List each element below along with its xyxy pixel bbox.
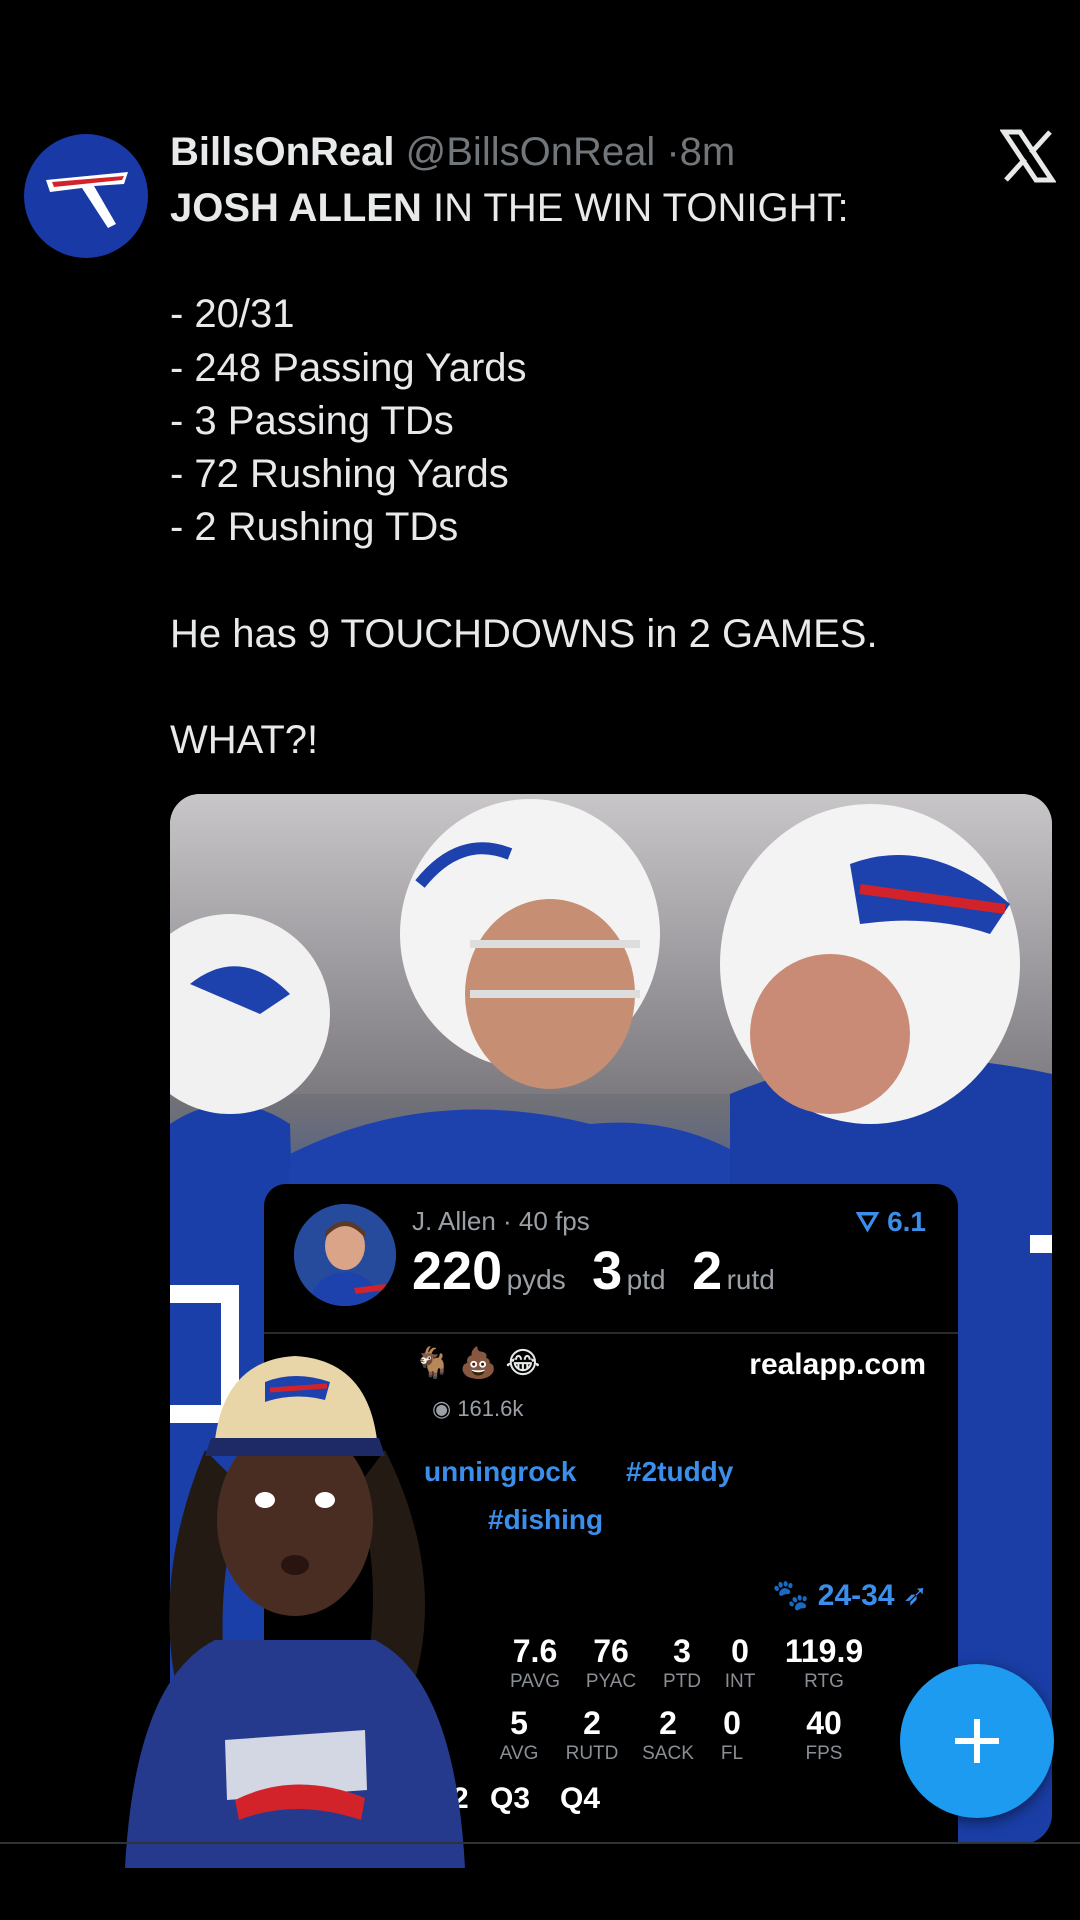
rating-icon: ⛛ [855,1206,888,1237]
quarter-tab[interactable]: Q3 [490,1782,530,1816]
author-avatar[interactable] [24,134,148,258]
exclaim-line: WHAT?! [170,718,319,763]
touchdowns-line: He has 9 TOUCHDOWNS in 2 GAMES. [170,611,878,656]
player-avatar [294,1204,396,1306]
score-value: 24-34 [817,1579,895,1612]
stat-label: PAVG [510,1671,560,1692]
stat-ptd: 3 PTD [652,1632,712,1694]
stat-line: - 72 Rushing Yards [170,452,509,497]
rutd-unit: rutd [726,1264,775,1295]
author-name[interactable]: BillsOnReal [170,130,395,174]
stat-line: - 3 Passing TDs [170,398,454,443]
ptd-value: 3 [592,1241,623,1301]
stat-pavg: 7.6 PAVG [500,1632,570,1694]
rating-value: 6.1 [887,1206,926,1237]
stat-fl: 0 FL [704,1704,760,1766]
lions-logo-icon: 🐾 [772,1579,818,1612]
stat-rutd: 2 RUTD [554,1704,630,1766]
tweet-text: JOSH ALLEN IN THE WIN TONIGHT: - 20/31 -… [170,182,1050,767]
stat-label: SACK [642,1743,694,1764]
headline-line: JOSH ALLEN IN THE WIN TONIGHT: [170,182,1050,235]
ptd-unit: ptd [626,1264,666,1295]
compose-button[interactable] [900,1664,1054,1818]
tweet-timestamp[interactable]: 8m [680,130,736,174]
stat-label: FPS [805,1743,843,1764]
stat-rtg: 119.9 RTG [764,1632,884,1694]
tweet-header: BillsOnReal @BillsOnReal ·8m [170,128,735,176]
stat-value: 76 [593,1633,629,1669]
site-link[interactable]: realapp.com [749,1348,926,1382]
stat-sack: 2 SACK [630,1704,706,1766]
stat-value: 119.9 [784,1633,864,1669]
plus-icon [955,1719,999,1763]
quarter-tab[interactable]: Q4 [560,1782,600,1816]
author-handle[interactable]: @BillsOnReal [406,130,656,174]
headline-stats: 220 pyds 3 ptd 2 rutd [412,1240,797,1302]
reactor-cutout [115,1320,495,1868]
player-rating: ⛛ 6.1 [856,1206,926,1239]
headline-bold: JOSH ALLEN [170,186,422,230]
stat-label: RTG [804,1671,844,1692]
stat-label: RUTD [565,1743,619,1764]
bottom-divider [0,1842,1080,1844]
stat-fps: 40 FPS [774,1704,874,1766]
stat-value: 2 [583,1705,601,1741]
stat-int: 0 INT [712,1632,768,1694]
hashtag[interactable]: #2tuddy [626,1456,733,1488]
player-line: J. Allen · 40 fps [412,1206,590,1236]
stat-value: 2 [659,1705,677,1741]
stat-line: - 248 Passing Yards [170,345,527,390]
stat-value: 0 [731,1633,749,1669]
pyds-value: 220 [412,1241,503,1301]
stat-pyac: 76 PYAC [576,1632,646,1694]
bills-logo-icon [46,172,128,228]
stat-value: 3 [673,1633,691,1669]
game-score: 🐾 24-34 ➶ [772,1578,928,1613]
pyds-unit: pyds [506,1264,566,1295]
stat-value: 40 [806,1705,842,1741]
stat-line: - 2 Rushing TDs [170,505,459,550]
stat-value: 7.6 [512,1633,558,1669]
stat-label: INT [724,1671,756,1692]
stat-value: 0 [723,1705,741,1741]
stat-label: FL [720,1743,744,1764]
stat-line: - 20/31 [170,292,295,337]
rutd-value: 2 [692,1241,723,1301]
hashtag[interactable]: #dishing [488,1504,603,1536]
stat-label: PYAC [585,1671,637,1692]
headline-rest: IN THE WIN TONIGHT: [421,186,849,230]
header-separator: · [666,130,680,174]
stat-label: PTD [663,1671,701,1692]
bills-mini-logo-icon: ➶ [894,1579,928,1612]
x-logo-icon [999,128,1057,184]
